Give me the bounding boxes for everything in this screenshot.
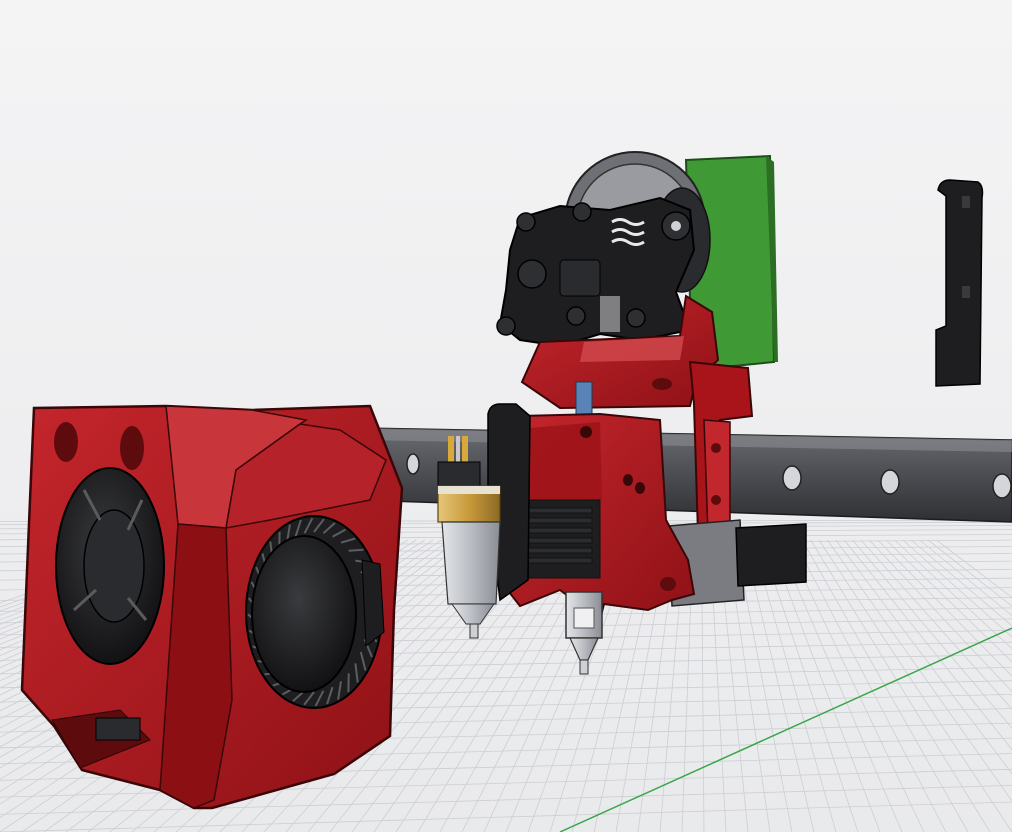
nozzle-tip bbox=[579, 659, 589, 675]
extruder-body[interactable] bbox=[496, 196, 696, 348]
cad-viewport[interactable] bbox=[0, 0, 1012, 832]
extruder-screw bbox=[572, 202, 592, 222]
extruder-screw bbox=[517, 259, 547, 289]
extruder-screw bbox=[516, 212, 536, 232]
axial-fan[interactable] bbox=[55, 467, 165, 665]
blower-fan[interactable] bbox=[245, 515, 385, 709]
extruder-screw bbox=[496, 316, 516, 336]
extruder-screw bbox=[566, 306, 586, 326]
side-bracket[interactable] bbox=[935, 179, 984, 387]
hotend-nozzle-assembly[interactable] bbox=[565, 591, 603, 675]
extruder-screw bbox=[626, 308, 646, 328]
model-scene[interactable] bbox=[0, 0, 1012, 832]
